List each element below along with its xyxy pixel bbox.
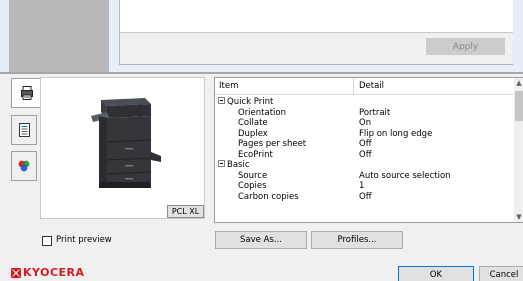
printer-image (91, 98, 161, 188)
table-row[interactable]: Orientation Portrait (215, 108, 514, 119)
row-item: Orientation (238, 107, 286, 118)
row-item: Copies (238, 181, 267, 191)
top-left-panel (9, 0, 109, 72)
row-item: Basic (227, 160, 250, 170)
print-preview-label[interactable]: Print preview (56, 235, 112, 245)
tab-document[interactable] (11, 115, 37, 145)
apply-button[interactable]: Apply (426, 38, 505, 55)
cancel-button[interactable]: Cancel (479, 266, 523, 281)
row-item: Source (238, 170, 268, 181)
kyocera-logo-text: KYOCERA (23, 266, 85, 279)
collapse-icon[interactable] (218, 160, 225, 167)
table-row[interactable]: Duplex Flip on long edge (215, 129, 514, 140)
scroll-down-icon[interactable]: ▼ (514, 212, 523, 222)
table-rows: Quick Print Orientation Portrait Collate… (215, 97, 514, 202)
row-detail: Portrait (359, 107, 391, 118)
row-detail: Off (359, 149, 372, 160)
ok-button[interactable]: OK (398, 266, 474, 281)
scrollbar-thumb[interactable] (515, 91, 523, 121)
row-item: EcoPrint (238, 149, 273, 160)
table-row[interactable]: EcoPrint Off (215, 150, 514, 161)
collapse-icon[interactable] (218, 97, 225, 104)
table-row[interactable]: Pages per sheet Off (215, 139, 514, 150)
row-detail: Off (359, 191, 372, 202)
row-detail: On (359, 118, 372, 128)
settings-panel: Apply (119, 0, 513, 65)
table-scrollbar[interactable]: ▲ ▼ (514, 78, 523, 222)
table-row[interactable]: Copies 1 (215, 181, 514, 192)
table-row[interactable]: Quick Print (215, 97, 514, 108)
row-item: Pages per sheet (238, 139, 307, 149)
kyocera-logo-icon (11, 267, 21, 278)
printer-preview: PCL XL (40, 77, 205, 219)
table-header: Item Detail (215, 78, 514, 95)
row-detail: 1 (359, 181, 365, 191)
print-preview-checkbox[interactable] (42, 236, 52, 246)
column-header-item[interactable]: Item (215, 78, 354, 95)
tab-color[interactable] (11, 151, 37, 181)
settings-content-area (120, 0, 513, 33)
kyocera-logo: KYOCERA (11, 266, 85, 279)
scroll-up-icon[interactable]: ▲ (514, 78, 523, 88)
row-item: Carbon copies (238, 191, 299, 202)
table-row[interactable]: Source Auto source selection (215, 171, 514, 182)
row-item: Duplex (238, 128, 268, 139)
divider (0, 72, 523, 74)
row-detail: Auto source selection (359, 170, 451, 181)
row-item: Collate (238, 118, 268, 128)
document-icon (18, 123, 30, 137)
row-item: Quick Print (227, 97, 274, 107)
table-row[interactable]: Collate On (215, 118, 514, 129)
pcl-xl-button[interactable]: PCL XL (167, 205, 204, 218)
table-row[interactable]: Carbon copies Off (215, 192, 514, 203)
color-icon (18, 160, 30, 172)
save-as-button[interactable]: Save As... (215, 231, 307, 249)
row-detail: Off (359, 139, 372, 149)
tab-device-settings[interactable] (11, 78, 41, 108)
settings-table: Item Detail Quick Print Orientation Port… (214, 77, 523, 223)
printer-settings-icon (20, 86, 33, 100)
row-detail: Flip on long edge (359, 128, 433, 139)
profiles-button[interactable]: Profiles... (311, 231, 403, 249)
table-row[interactable]: Basic (215, 160, 514, 171)
column-header-detail[interactable]: Detail (355, 78, 514, 95)
